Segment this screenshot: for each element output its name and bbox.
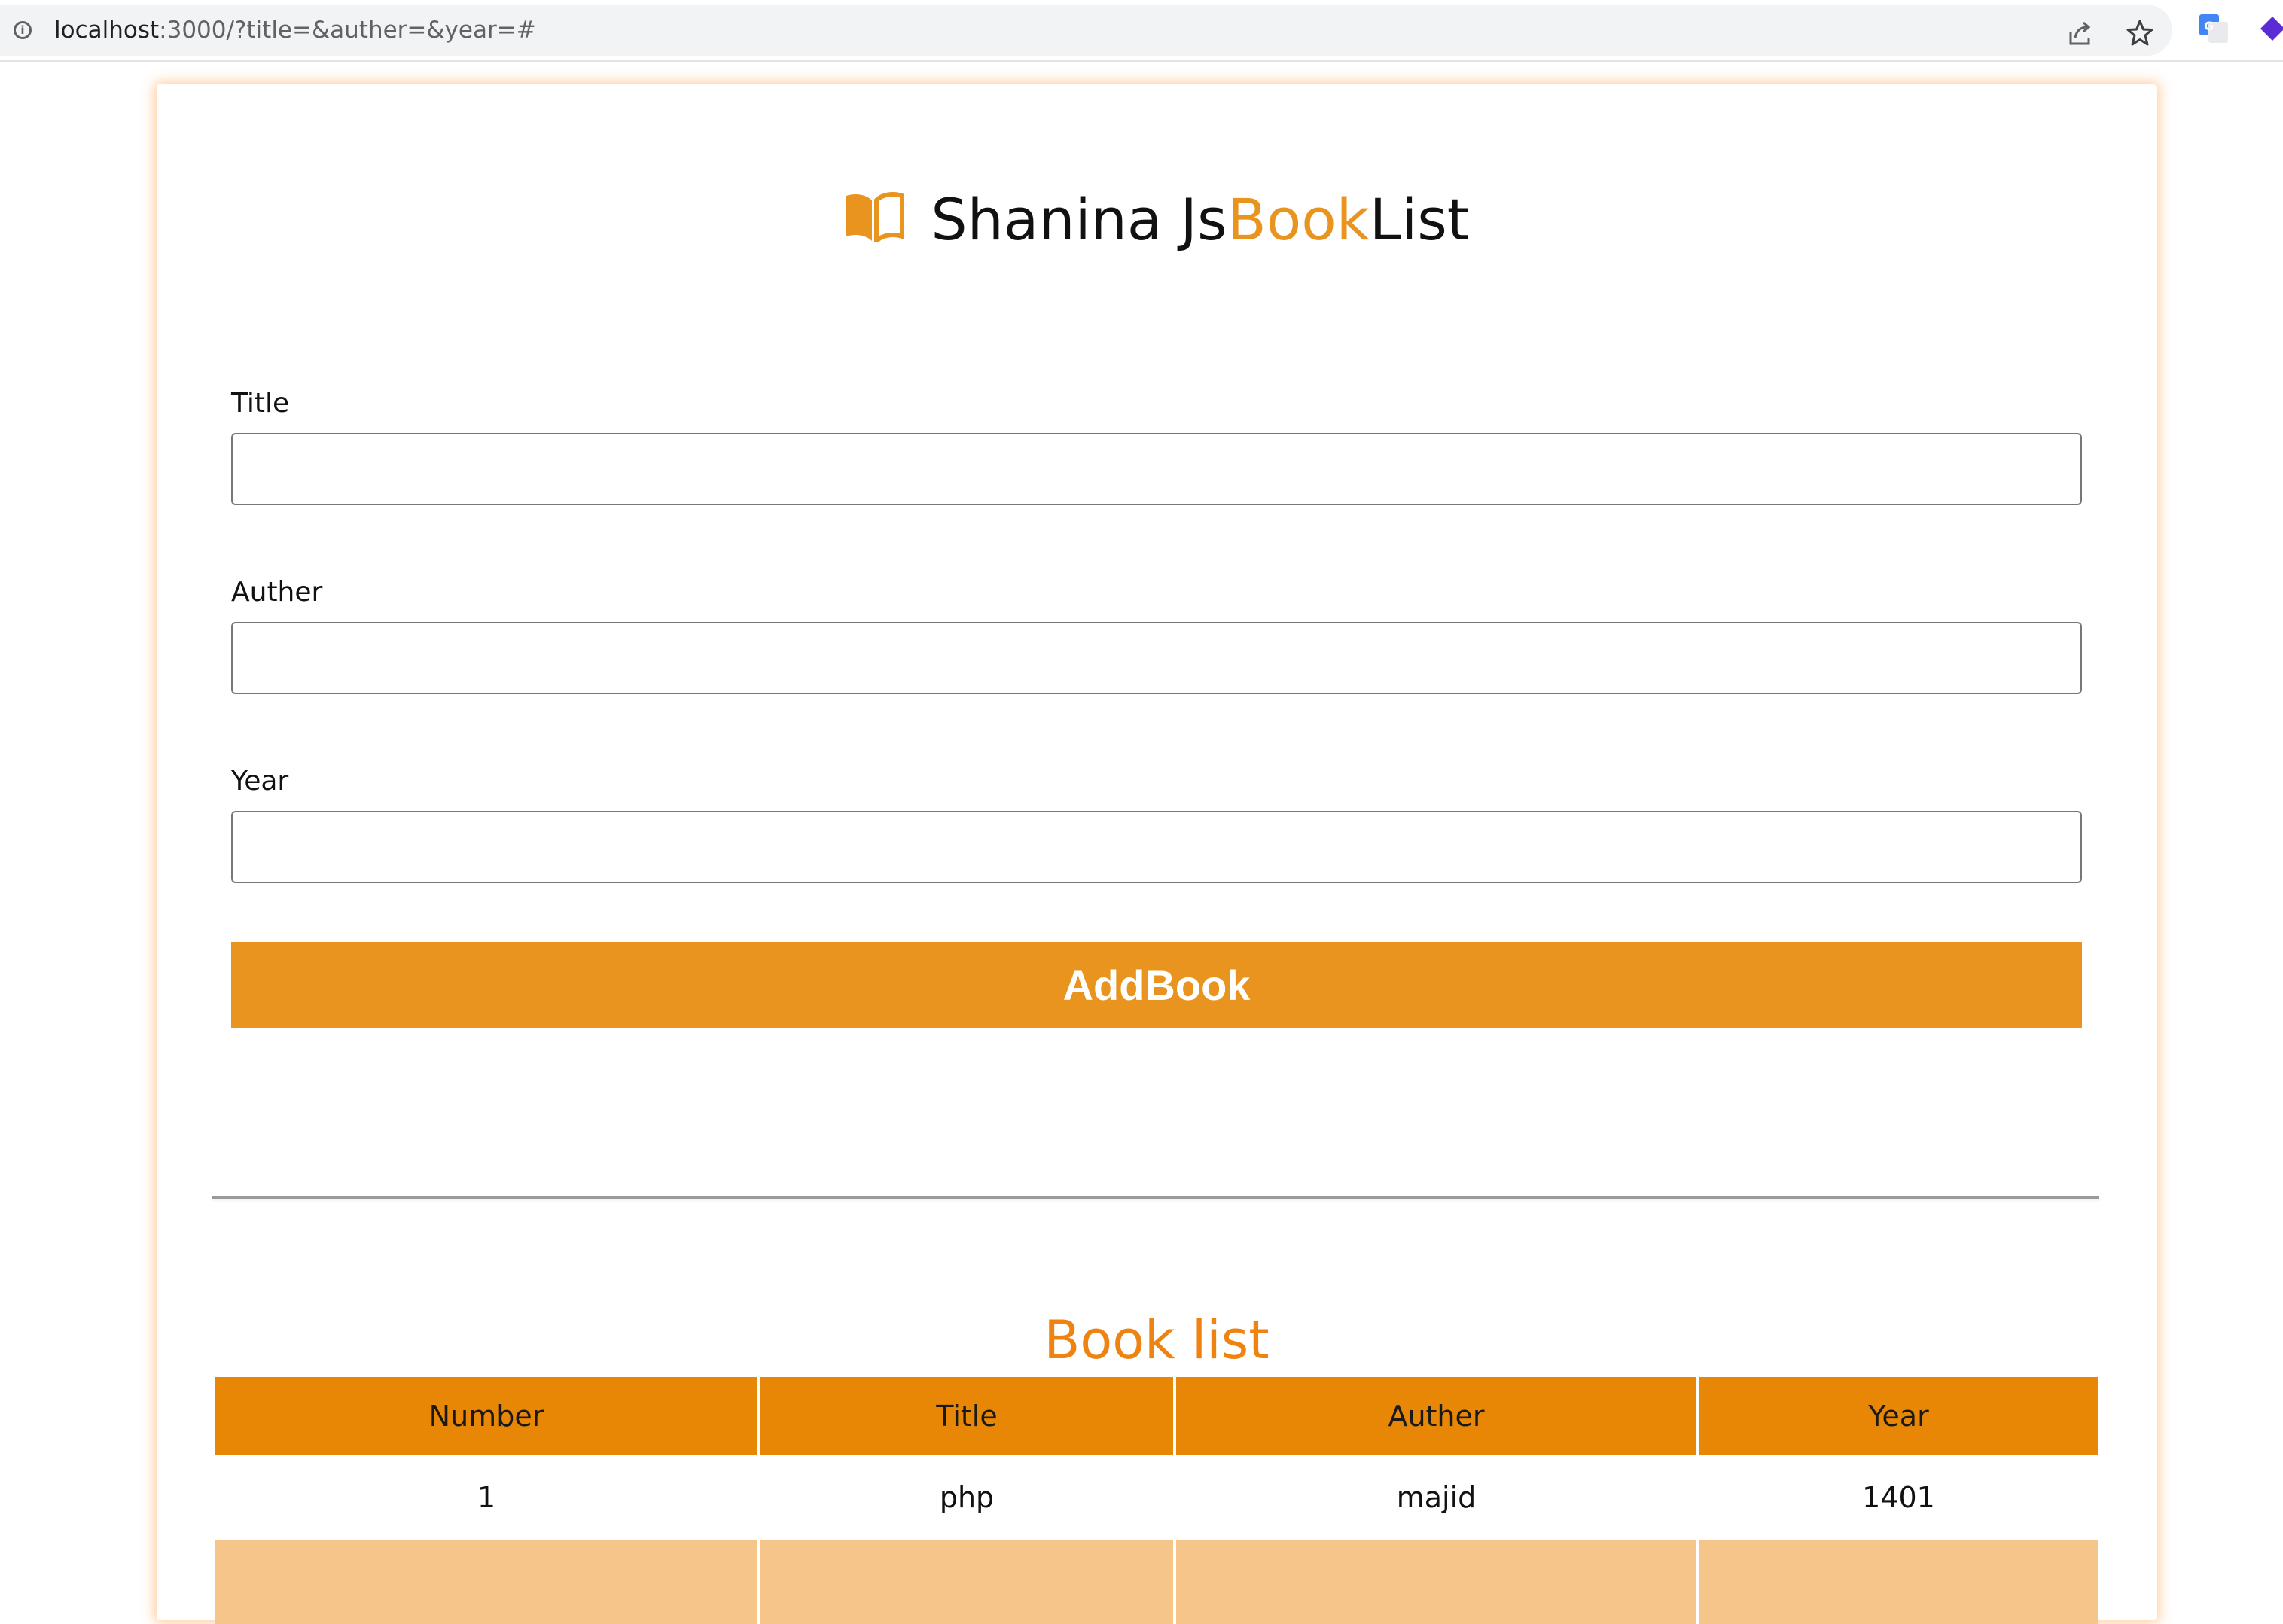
share-icon[interactable] bbox=[2063, 17, 2096, 50]
browser-toolbar: i localhost:3000/?title=&auther=&year=# … bbox=[0, 0, 2283, 62]
auther-label: Auther bbox=[231, 577, 323, 608]
extension-icon[interactable] bbox=[2256, 12, 2283, 45]
auther-input[interactable] bbox=[231, 622, 2082, 694]
url-text[interactable]: localhost:3000/?title=&auther=&year=# bbox=[54, 15, 536, 45]
table-header-row: Number Title Auther Year bbox=[215, 1377, 2098, 1455]
url-host: localhost bbox=[54, 17, 160, 44]
cell-title bbox=[757, 1540, 1175, 1624]
address-bar[interactable]: i localhost:3000/?title=&auther=&year=# bbox=[0, 5, 2172, 56]
book-list-card: Shanina JsBookList Title Auther Year Add… bbox=[157, 84, 2157, 1624]
book-table: Number Title Auther Year 1 php majid 140… bbox=[215, 1377, 2098, 1624]
site-info-icon[interactable]: i bbox=[14, 21, 32, 39]
cell-title: php bbox=[757, 1455, 1175, 1540]
table-row: 1 php majid 1401 bbox=[215, 1455, 2098, 1540]
section-divider bbox=[212, 1196, 2099, 1199]
column-header-auther: Auther bbox=[1173, 1377, 1698, 1455]
column-header-year: Year bbox=[1696, 1377, 2098, 1455]
brand-suffix: List bbox=[1369, 186, 1470, 253]
brand-accent: Book bbox=[1227, 186, 1370, 253]
column-header-title: Title bbox=[757, 1377, 1175, 1455]
page-title: Shanina JsBookList bbox=[157, 182, 2157, 257]
year-label: Year bbox=[231, 766, 289, 797]
title-label: Title bbox=[231, 388, 290, 419]
cell-year bbox=[1696, 1540, 2098, 1624]
bookmark-star-icon[interactable] bbox=[2123, 17, 2157, 50]
brand-prefix: Shanina Js bbox=[931, 186, 1227, 253]
year-input[interactable] bbox=[231, 811, 2082, 883]
add-book-button[interactable]: AddBook bbox=[231, 942, 2082, 1028]
table-row bbox=[215, 1540, 2098, 1624]
cell-year: 1401 bbox=[1696, 1455, 2098, 1540]
cell-auther bbox=[1173, 1540, 1698, 1624]
cell-number: 1 bbox=[477, 1481, 496, 1514]
column-header-number: Number bbox=[215, 1377, 759, 1455]
translate-extension-icon[interactable]: G bbox=[2197, 12, 2230, 45]
open-book-icon bbox=[846, 192, 905, 247]
svg-text:G: G bbox=[2204, 19, 2214, 33]
cell-number bbox=[215, 1540, 759, 1624]
url-path: :3000/?title=&auther=&year=# bbox=[159, 17, 536, 44]
cell-auther: majid bbox=[1173, 1455, 1698, 1540]
title-input[interactable] bbox=[231, 433, 2082, 505]
book-list-heading: Book list bbox=[1044, 1309, 1270, 1371]
